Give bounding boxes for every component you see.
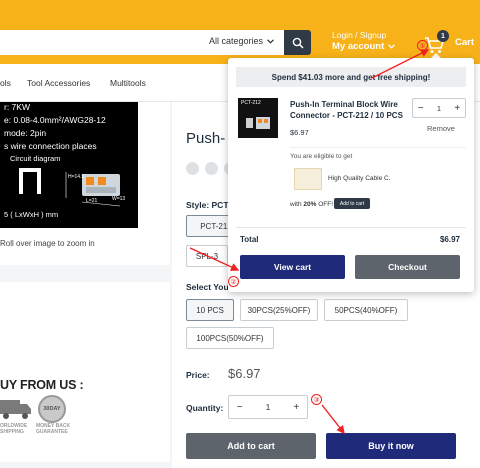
quantity-label: Quantity: xyxy=(186,403,224,413)
search-input[interactable]: All categories xyxy=(0,30,284,55)
spec-line: e: 0.08-4.0mm²/AWG28-12 xyxy=(4,115,106,125)
spec-line: 5 ( LxWxH ) mm xyxy=(4,210,59,219)
site-header: All categories Login / Signup My account… xyxy=(0,0,480,64)
add-to-cart-button[interactable]: Add to cart xyxy=(186,433,316,459)
spec-line: r: 7KW xyxy=(4,102,30,112)
cart-qty-plus-button[interactable]: + xyxy=(450,103,465,114)
cart-item-title[interactable]: Push-In Terminal Block Wire Connector - … xyxy=(290,99,410,121)
connector-thumb-icon xyxy=(246,117,270,129)
option-label: 100PCS(50%OFF) xyxy=(196,333,264,343)
gift-add-to-cart-button[interactable]: Add to cart xyxy=(334,198,370,209)
search-icon xyxy=(292,37,304,49)
badge-worldwide-text: ORLDWIDE SHIPPING xyxy=(0,423,27,435)
total-divider xyxy=(236,227,466,228)
dimension-label-h: H=14.5 xyxy=(68,174,85,180)
my-account-menu[interactable]: My account xyxy=(332,41,396,52)
item-divider xyxy=(290,147,466,148)
option-label: SPL-3 xyxy=(195,251,219,261)
price-label: Price: xyxy=(186,370,210,380)
annotation-marker-1: ① xyxy=(417,40,428,51)
style-label: Style: PCT xyxy=(186,200,229,210)
quantity-input[interactable]: 1 xyxy=(250,402,285,412)
badge-line: GUARANTEE xyxy=(36,429,68,435)
gift-product-name[interactable]: High Quality Cable C. xyxy=(328,175,391,182)
mini-cart-popover: Spend $41.03 more and get free shipping!… xyxy=(228,58,474,292)
pack-option-50[interactable]: 50PCS(40%OFF) xyxy=(324,299,408,321)
zoom-hint: Roll over image to zoom in xyxy=(0,239,95,248)
nav-item-multitools[interactable]: Multitools xyxy=(110,78,146,88)
money-back-seal-icon: 30DAY xyxy=(38,395,66,423)
pack-option-30[interactable]: 30PCS(25%OFF) xyxy=(240,299,318,321)
product-title: Push- xyxy=(186,130,226,147)
quantity-minus-button[interactable]: − xyxy=(229,402,250,413)
badge-line: SHIPPING xyxy=(0,429,24,435)
my-account-label: My account xyxy=(332,41,385,52)
annotation-marker-3: ③ xyxy=(311,394,322,405)
spec-line: s wire connection places xyxy=(4,141,97,151)
facebook-share-icon[interactable] xyxy=(186,162,199,175)
thumb-label: PCT-212 xyxy=(241,100,261,106)
price-value: $6.97 xyxy=(228,366,261,381)
product-image[interactable]: r: 7KW e: 0.08-4.0mm²/AWG28-12 mode: 2pi… xyxy=(0,102,138,228)
nav-item-tools[interactable]: ols xyxy=(0,78,11,88)
gift-off-prefix: with xyxy=(290,201,304,208)
option-label: 10 PCS xyxy=(196,305,224,315)
cart-link[interactable]: Cart xyxy=(455,37,474,48)
nav-item-tool-accessories[interactable]: Tool Accessories xyxy=(27,78,90,88)
gift-product-image xyxy=(294,168,322,190)
promo-image: UY FROM US : ORLDWIDE SHIPPING 30DAY MON… xyxy=(0,282,170,462)
pack-option-10[interactable]: 10 PCS xyxy=(186,299,234,321)
cart-item-thumbnail[interactable]: PCT-212 xyxy=(238,98,278,138)
spec-line: mode: 2pin xyxy=(4,128,47,138)
seal-text: 30DAY xyxy=(43,406,61,412)
option-label: 30PCS(25%OFF) xyxy=(247,305,311,315)
promo-headline: UY FROM US : xyxy=(0,378,84,392)
cart-qty-minus-button[interactable]: − xyxy=(413,103,428,114)
quantity-stepper[interactable]: − 1 + xyxy=(228,395,308,419)
product-gallery: r: 7KW e: 0.08-4.0mm²/AWG28-12 mode: 2pi… xyxy=(0,102,170,265)
dimension-label-l: L=21 xyxy=(86,198,98,204)
quantity-plus-button[interactable]: + xyxy=(286,402,307,413)
category-select[interactable]: All categories xyxy=(209,36,274,46)
option-label: 50PCS(40%OFF) xyxy=(334,305,398,315)
cart-item-quantity-stepper[interactable]: − 1 + xyxy=(412,98,466,118)
annotation-marker-2: ② xyxy=(228,276,239,287)
total-value: $6.97 xyxy=(439,235,460,244)
quantity-option-label: Select You xyxy=(186,282,229,292)
chevron-down-icon xyxy=(267,38,274,44)
dimension-label-w: W=13 xyxy=(112,196,126,202)
view-cart-button[interactable]: View cart xyxy=(240,255,345,279)
gift-discount-text: with 20% OFF! xyxy=(290,201,333,208)
pack-option-100[interactable]: 100PCS(50%OFF) xyxy=(186,327,274,349)
gift-off-suffix: OFF! xyxy=(316,201,333,208)
total-label: Total xyxy=(240,235,259,244)
buy-it-now-button[interactable]: Buy it now xyxy=(326,433,456,459)
gift-off-percent: 20% xyxy=(303,201,317,208)
truck-icon xyxy=(0,400,31,419)
remove-item-link[interactable]: Remove xyxy=(427,124,455,133)
pinterest-share-icon[interactable] xyxy=(205,162,218,175)
circuit-diagram-icon xyxy=(19,168,41,194)
cart-count-badge: 1 xyxy=(437,30,449,42)
free-shipping-notice: Spend $41.03 more and get free shipping! xyxy=(236,67,466,87)
chevron-down-icon xyxy=(388,44,396,49)
badge-money-back-text: MONEY BACK GUARANTEE xyxy=(36,423,70,435)
spec-line: Circuit diagram xyxy=(10,154,61,163)
search-button[interactable] xyxy=(284,30,311,55)
style-option-spl-3[interactable]: SPL-3 xyxy=(186,245,228,267)
cart-qty-input[interactable]: 1 xyxy=(428,104,449,113)
login-signup-link[interactable]: Login / Signup xyxy=(332,30,386,40)
gift-eligible-text: You are eligible to get xyxy=(290,153,353,160)
category-select-label: All categories xyxy=(208,36,263,46)
checkout-button[interactable]: Checkout xyxy=(355,255,460,279)
cart-item-price: $6.97 xyxy=(290,128,309,137)
